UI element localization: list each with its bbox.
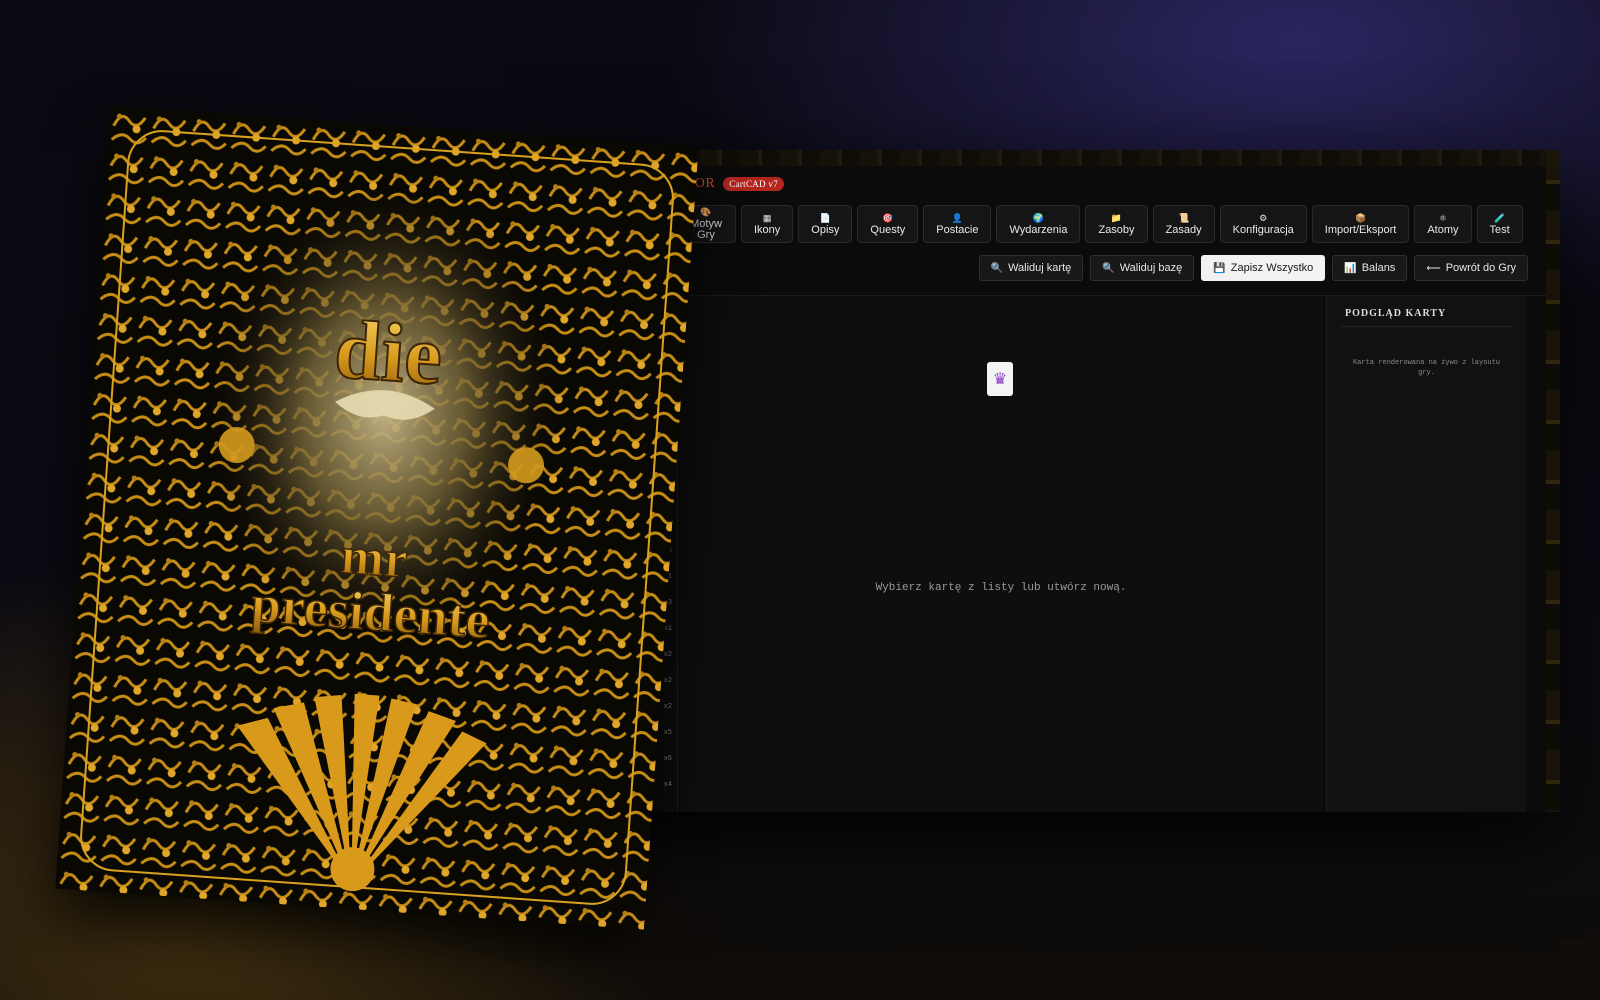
tab-ikony[interactable]: ▦ Ikony (741, 205, 794, 243)
list-item-count: x2 (663, 651, 672, 659)
list-item-count: x2 (663, 677, 672, 685)
target-icon: 🎯 (882, 212, 894, 223)
tab-postacie[interactable]: 👤 Postacie (923, 205, 992, 243)
list-item-count: x4 (663, 781, 672, 789)
save-all-button[interactable]: 💾 Zapisz Wszystko (1201, 255, 1326, 281)
tab-zasoby[interactable]: 📁 Zasoby (1085, 205, 1148, 243)
grid-icon: ▦ (762, 212, 772, 223)
tab-atomy[interactable]: ⚛ Atomy (1414, 205, 1472, 243)
card-preview-panel: PODGLĄD KARTY Karta renderowana na żywo … (1326, 296, 1526, 812)
preview-title: PODGLĄD KARTY (1345, 308, 1447, 319)
save-all-label: Zapisz Wszystko (1230, 262, 1314, 274)
package-icon: 📦 (1354, 212, 1367, 223)
balance-label: Balans (1361, 262, 1396, 274)
preview-divider (1341, 326, 1512, 327)
arrow-left-icon: ⟵ (1426, 262, 1441, 274)
document-icon: 📄 (819, 212, 831, 223)
magnifier-icon: 🔍 (990, 262, 1004, 274)
tab-label: Atomy (1427, 223, 1459, 236)
tab-label: Ikony (754, 223, 781, 236)
tab-label: Konfiguracja (1232, 223, 1294, 236)
gear-icon: ⚙ (1259, 212, 1268, 223)
tab-zasady[interactable]: 📜 Zasady (1152, 205, 1215, 243)
palette-icon: 🎨 (700, 207, 712, 217)
list-item-count: x6 (663, 755, 672, 763)
magnifier-icon: 🔍 (1102, 262, 1115, 274)
tab-wydarzenia[interactable]: 🌍 Wydarzenia (996, 205, 1081, 243)
folder-icon: 📁 (1110, 212, 1123, 223)
tab-label: Test (1489, 223, 1510, 236)
ornate-frame-right (1546, 150, 1560, 812)
tab-label: Motyw Gry (690, 218, 722, 241)
tab-label: Wydarzenia (1009, 223, 1068, 236)
validate-db-button[interactable]: 🔍 Waliduj bazę (1090, 255, 1195, 281)
joker-card-icon: ♛ (987, 362, 1013, 396)
list-item-count: x2 (663, 703, 672, 711)
toolbar: 🔍 Waliduj kartę 🔍 Waliduj bazę 💾 Zapisz … (978, 255, 1528, 281)
back-to-game-label: Powrót do Gry (1445, 262, 1516, 274)
balance-button[interactable]: 📊 Balans (1332, 255, 1408, 281)
tab-test[interactable]: 🧪 Test (1476, 205, 1523, 243)
tab-bar: 🎨 Motyw Gry ▦ Ikony 📄 Opisy 🎯 Questy 👤 P… (676, 205, 1523, 243)
validate-db-label: Waliduj bazę (1119, 262, 1183, 274)
empty-state-message: Wybierz kartę z listy lub utwórz nową. (875, 582, 1127, 594)
card-title-line1: die (332, 303, 446, 403)
validate-card-button[interactable]: 🔍 Waliduj kartę (978, 255, 1084, 281)
tab-label: Opisy (811, 223, 840, 236)
card-editor-area: ♛ Wybierz kartę z listy lub utwórz nową. (680, 296, 1322, 812)
tab-questy[interactable]: 🎯 Questy (857, 205, 919, 243)
tab-label: Zasady (1165, 223, 1202, 236)
scroll-icon: 📜 (1177, 212, 1190, 223)
validate-card-label: Waliduj kartę (1008, 262, 1072, 274)
list-item-count: x5 (663, 729, 672, 737)
tab-opisy[interactable]: 📄 Opisy (798, 205, 853, 243)
version-badge: CartCAD v7 (723, 177, 784, 191)
tab-label: Postacie (936, 223, 979, 236)
card-art-svg: die mr presidente (55, 105, 699, 930)
globe-icon: 🌍 (1032, 212, 1045, 223)
save-icon: 💾 (1213, 262, 1226, 274)
tab-label: Import/Eksport (1324, 223, 1397, 236)
card-back-artwork: die mr presidente (55, 105, 699, 930)
atom-icon: ⚛ (1438, 212, 1447, 223)
preview-note: Karta renderowana na żywo z layoutu gry. (1352, 359, 1501, 377)
tab-import-eksport[interactable]: 📦 Import/Eksport (1311, 205, 1410, 243)
bar-chart-icon: 📊 (1344, 262, 1357, 274)
test-tube-icon: 🧪 (1493, 212, 1506, 223)
tab-label: Questy (870, 223, 906, 236)
tab-label: Zasoby (1098, 223, 1135, 236)
person-icon: 👤 (951, 212, 963, 223)
tab-konfiguracja[interactable]: ⚙ Konfiguracja (1219, 205, 1307, 243)
back-to-game-button[interactable]: ⟵ Powrót do Gry (1414, 255, 1528, 281)
